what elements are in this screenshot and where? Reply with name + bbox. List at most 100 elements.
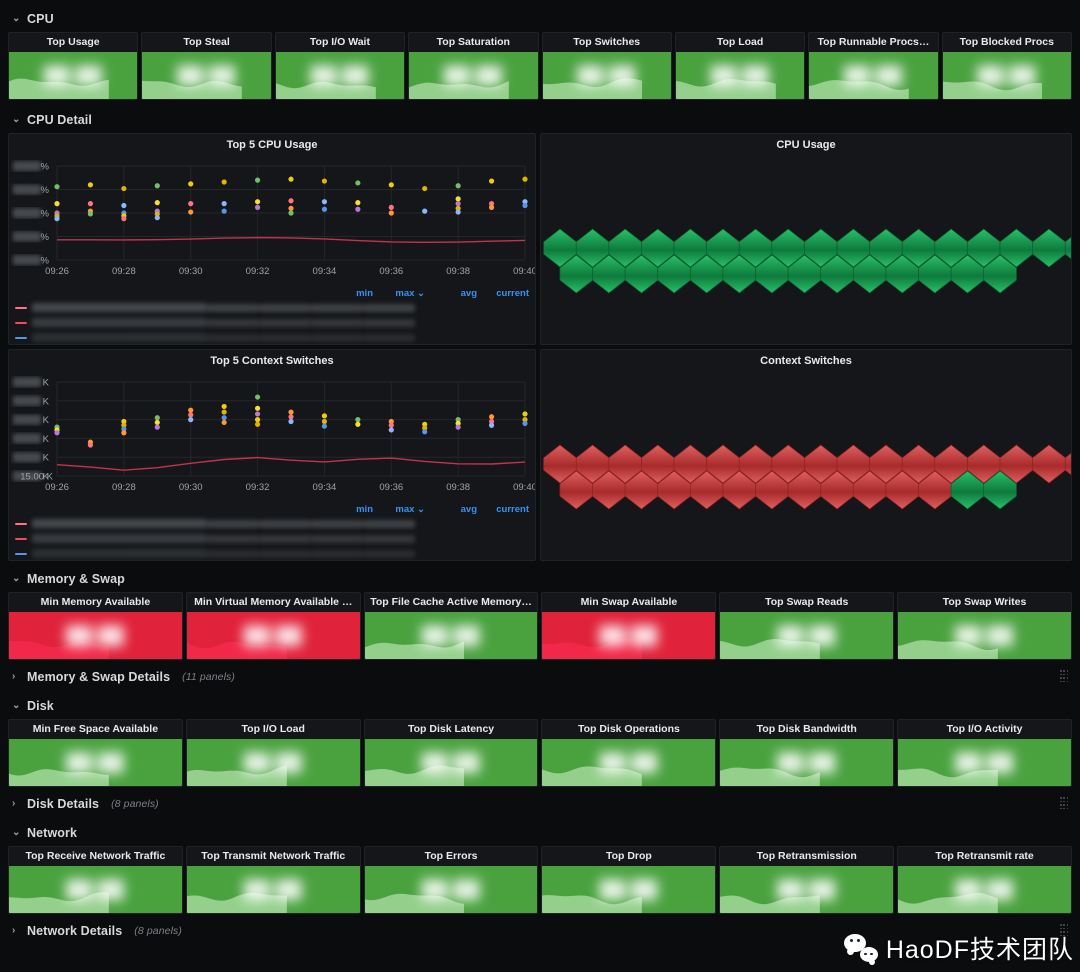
stat-panel-title: Top Usage: [46, 36, 100, 48]
panel-cpu-usage-hex[interactable]: CPU Usage: [540, 133, 1072, 345]
row-label-memory-swap: Memory & Swap: [27, 572, 125, 586]
row-drag-handle[interactable]: [1060, 797, 1069, 810]
svg-text:%: %: [41, 232, 50, 243]
stat-panel[interactable]: Min Swap Available ██.██: [541, 592, 717, 660]
legend-top5-cpu-usage[interactable]: min max ⌄ avg current: [9, 286, 535, 344]
svg-text:K: K: [43, 453, 50, 464]
legend-row[interactable]: [9, 300, 535, 315]
legend-sort-avg[interactable]: avg: [425, 288, 477, 299]
stat-panel[interactable]: Top Swap Reads ██.██: [719, 592, 895, 660]
stat-value: ██.██: [577, 65, 636, 85]
stat-panel[interactable]: Top Retransmission ██.██: [719, 846, 895, 914]
stat-panel[interactable]: Top Drop ██.██: [541, 846, 717, 914]
legend-row[interactable]: [9, 315, 535, 330]
stat-panel-title: Top Retransmit rate: [935, 850, 1034, 862]
stat-panel-body: ██.██: [186, 612, 360, 659]
stat-panel[interactable]: Top I/O Wait ██.██: [274, 32, 406, 100]
stat-panel-body: ██.██: [675, 52, 805, 99]
stat-panel[interactable]: Min Virtual Memory Available … ██.██: [185, 592, 361, 660]
stat-panel[interactable]: Top Steal ██.██: [141, 32, 272, 100]
hexagon-heatmap[interactable]: [541, 372, 1071, 560]
svg-text:K: K: [43, 396, 50, 407]
row-header-memory-swap-details[interactable]: › Memory & Swap Details (11 panels): [8, 666, 1072, 688]
stat-panel-body: ██.██: [942, 52, 1071, 99]
graph-area[interactable]: %%%%% 09:26 09:28 09:30 09:32 09:34 09:36 09:38…: [9, 156, 535, 286]
stat-panel-title: Top I/O Wait: [309, 36, 370, 48]
legend-value-min: [207, 333, 259, 342]
svg-text:%: %: [41, 256, 50, 267]
legend-value-min: [207, 534, 259, 543]
stat-value: ██.██: [599, 752, 658, 772]
stat-panel[interactable]: Top Load ██.██: [674, 32, 806, 100]
legend-sort-avg[interactable]: avg: [425, 504, 477, 515]
row-header-cpu-detail[interactable]: ⌄ CPU Detail: [8, 109, 1072, 131]
svg-text:15.00 K: 15.00 K: [20, 472, 53, 483]
svg-text:K: K: [43, 415, 50, 426]
row-header-disk-details[interactable]: › Disk Details (8 panels): [8, 793, 1072, 815]
legend-value-max: [259, 333, 311, 342]
legend-color-swatch: [15, 552, 27, 555]
stat-panel[interactable]: Top Disk Latency ██.██: [363, 719, 539, 787]
panel-top5-cpu-usage[interactable]: Top 5 CPU Usage %%%%% 09:26 09:28 09:30 09:3…: [8, 133, 536, 345]
stat-panel[interactable]: Top Blocked Procs ██.██: [941, 32, 1072, 100]
legend-sort-min[interactable]: min: [321, 288, 373, 299]
stat-panel[interactable]: Top Saturation ██.██: [408, 32, 539, 100]
stat-panel[interactable]: Top Disk Operations ██.██: [541, 719, 717, 787]
stat-panel-title: Min Memory Available: [40, 596, 151, 608]
legend-row[interactable]: [9, 516, 535, 531]
legend-sort-min[interactable]: min: [321, 504, 373, 515]
stat-panel[interactable]: Top Switches ██.██: [541, 32, 672, 100]
svg-text:09:26: 09:26: [45, 482, 69, 493]
legend-row[interactable]: [9, 531, 535, 546]
graph-area[interactable]: K K K K K K 15.00 K 09:26 09:28 09:30 09:32 09:34 09…: [9, 372, 535, 502]
stat-panel[interactable]: Min Memory Available ██.██: [8, 592, 183, 660]
stat-panel[interactable]: Top Disk Bandwidth ██.██: [719, 719, 895, 787]
hexagon-cell[interactable]: [1064, 445, 1071, 483]
row-drag-handle[interactable]: [1060, 670, 1069, 683]
row-header-memory-swap[interactable]: ⌄ Memory & Swap: [8, 568, 1072, 590]
hexagon-cell[interactable]: [1064, 229, 1071, 267]
legend-sort-current[interactable]: current: [477, 288, 529, 299]
stat-panel[interactable]: Top File Cache Active Memory… ██.██: [363, 592, 539, 660]
legend-value-max: [259, 549, 311, 558]
stat-panel-body: ██.██: [9, 739, 182, 786]
legend-sort-current[interactable]: current: [477, 504, 529, 515]
legend-row[interactable]: [9, 546, 535, 560]
stat-value: ██.██: [711, 65, 770, 85]
row-drag-handle[interactable]: [1060, 924, 1069, 937]
stat-panel-body: ██.██: [898, 866, 1071, 913]
legend-row[interactable]: [9, 330, 535, 344]
svg-text:09:32: 09:32: [246, 482, 270, 493]
stat-panel[interactable]: Top Receive Network Traffic ██.██: [8, 846, 183, 914]
svg-text:09:32: 09:32: [246, 266, 270, 277]
stat-value: ██.██: [310, 65, 369, 85]
stat-value: ██.██: [777, 879, 836, 899]
hexagon-cell[interactable]: [1032, 444, 1066, 484]
stat-panel[interactable]: Top Usage ██.██: [8, 32, 139, 100]
stat-panel[interactable]: Top Transmit Network Traffic ██.██: [185, 846, 361, 914]
legend-series-name: [32, 303, 207, 312]
panel-context-switches-hex[interactable]: Context Switches: [540, 349, 1072, 561]
stat-panel[interactable]: Top Runnable Procs… ██.██: [808, 32, 939, 100]
svg-text:09:34: 09:34: [313, 266, 337, 277]
chevron-down-icon: ⌄: [12, 113, 21, 125]
legend-value-min: [207, 318, 259, 327]
stat-value: ██.██: [422, 879, 481, 899]
row-header-network-details[interactable]: › Network Details (8 panels): [8, 920, 1072, 942]
legend-sort-max[interactable]: max ⌄: [373, 288, 425, 299]
stat-panel[interactable]: Top I/O Load ██.██: [185, 719, 361, 787]
stat-panel[interactable]: Top Errors ██.██: [363, 846, 539, 914]
stat-panel[interactable]: Top Swap Writes ██.██: [897, 592, 1072, 660]
hexagon-cell[interactable]: [1032, 228, 1066, 268]
legend-top5-context-switches[interactable]: min max ⌄ avg current: [9, 502, 535, 560]
stat-value: ██.██: [422, 752, 481, 772]
stat-panel[interactable]: Top Retransmit rate ██.██: [897, 846, 1072, 914]
row-header-network[interactable]: ⌄ Network: [8, 822, 1072, 844]
panel-top5-context-switches[interactable]: Top 5 Context Switches K K K K K K 15.00 K 09:2…: [8, 349, 536, 561]
legend-sort-max[interactable]: max ⌄: [373, 504, 425, 515]
row-header-disk[interactable]: ⌄ Disk: [8, 695, 1072, 717]
hexagon-heatmap[interactable]: [541, 156, 1071, 344]
row-header-cpu[interactable]: ⌄ CPU: [8, 8, 1072, 30]
stat-panel[interactable]: Top I/O Activity ██.██: [897, 719, 1072, 787]
stat-panel[interactable]: Min Free Space Available ██.██: [8, 719, 183, 787]
